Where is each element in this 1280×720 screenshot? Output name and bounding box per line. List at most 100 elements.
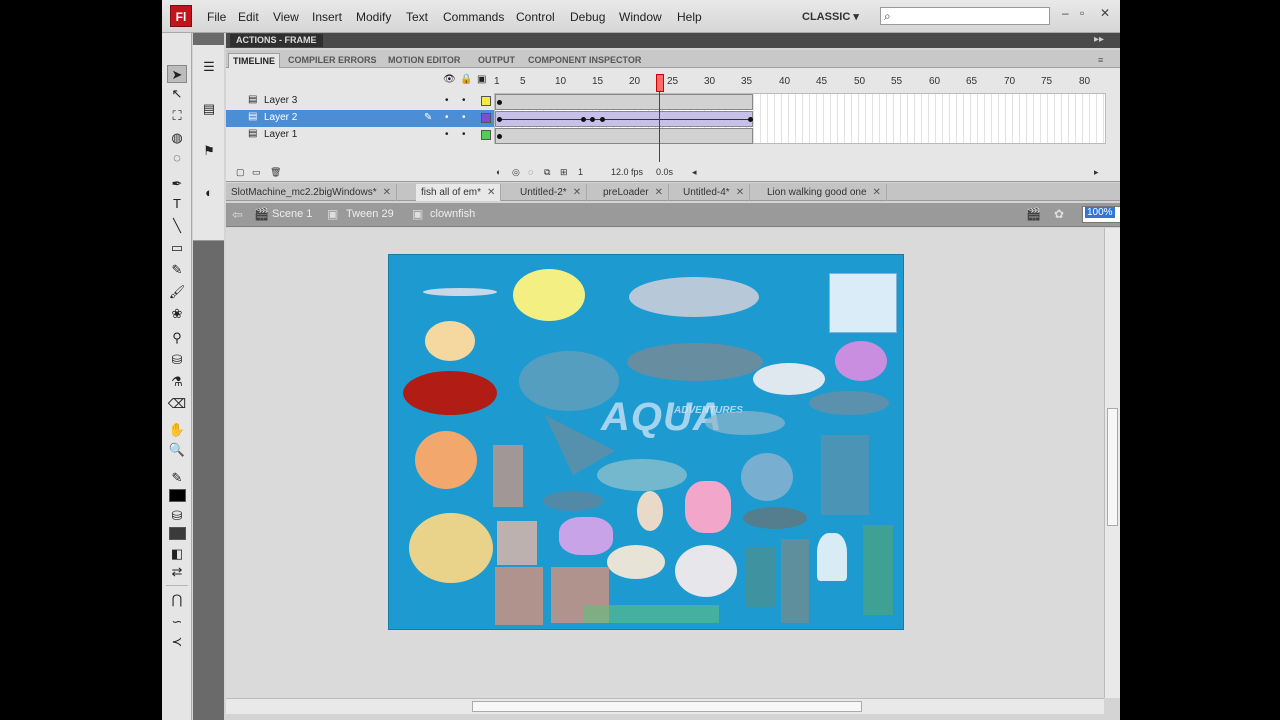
angelfish-gray[interactable]	[741, 453, 793, 501]
smooth-icon[interactable]: ∽	[167, 613, 187, 631]
visibility-dot[interactable]: •	[445, 112, 449, 123]
lasso-tool-icon[interactable]: ◌	[167, 149, 187, 167]
library-panel-icon[interactable]: ▤	[199, 101, 219, 119]
fill-color-swatch[interactable]	[169, 527, 186, 540]
kelp[interactable]	[781, 539, 809, 623]
close-tab-icon[interactable]: ✕	[573, 187, 581, 198]
minimize-icon[interactable]: –	[1062, 6, 1069, 20]
line-tool-icon[interactable]: ╲	[167, 217, 187, 235]
3d-rotation-tool-icon[interactable]: ◍	[167, 129, 187, 147]
sea-grass[interactable]	[863, 525, 893, 615]
menu-help[interactable]: Help	[677, 10, 702, 24]
timeline-scroll-left-icon[interactable]: ◂	[692, 167, 697, 178]
fish-silhouette[interactable]	[743, 507, 807, 529]
seaweed[interactable]	[745, 547, 775, 607]
onion-outline-icon[interactable]: ◌	[528, 167, 533, 177]
snap-magnet-icon[interactable]: ⋂	[167, 591, 187, 609]
menu-debug[interactable]: Debug	[570, 10, 605, 24]
keyframe[interactable]	[600, 117, 605, 122]
layer-name[interactable]: Layer 3	[264, 95, 297, 106]
lock-dot[interactable]: •	[462, 129, 466, 140]
brush-tool-icon[interactable]: 🖌	[167, 283, 187, 301]
menu-file[interactable]: File	[207, 10, 226, 24]
angelfish-purple[interactable]	[835, 341, 887, 381]
emperor-angelfish[interactable]	[415, 431, 477, 489]
timeline-scroll-right-icon[interactable]: ▸	[1094, 167, 1099, 178]
reference-thumbnail[interactable]	[829, 273, 897, 333]
doc-tab[interactable]: Untitled-4* ✕	[678, 184, 751, 201]
playhead[interactable]	[656, 74, 664, 162]
menu-window[interactable]: Window	[619, 10, 662, 24]
edit-symbol-icon[interactable]: ✿	[1054, 207, 1064, 221]
doc-tab[interactable]: SlotMachine_mc2.2bigWindows* ✕	[226, 184, 398, 201]
menu-edit[interactable]: Edit	[238, 10, 259, 24]
close-icon[interactable]: ✕	[1100, 6, 1110, 20]
jellyfish[interactable]	[817, 533, 847, 581]
shark[interactable]	[629, 277, 759, 317]
bone-tool-icon[interactable]: ⚲	[167, 329, 187, 347]
center-frame-icon[interactable]: ◐	[496, 167, 501, 177]
keyframe[interactable]	[497, 100, 502, 105]
mermaid-swim[interactable]	[705, 411, 785, 435]
coral-branch[interactable]	[493, 445, 523, 507]
menu-text[interactable]: Text	[406, 10, 428, 24]
layer-outline-color[interactable]	[481, 113, 491, 123]
round-coral[interactable]	[675, 545, 737, 597]
keyframe[interactable]	[748, 117, 753, 122]
menu-modify[interactable]: Modify	[356, 10, 391, 24]
red-coral[interactable]	[495, 567, 543, 625]
yellow-tang-fish[interactable]	[513, 269, 585, 321]
new-folder-icon[interactable]: ▭	[252, 167, 261, 178]
outline-all-icon[interactable]: ▣	[477, 74, 486, 85]
lock-dot[interactable]: •	[462, 112, 466, 123]
close-tab-icon[interactable]: ✕	[383, 187, 391, 198]
actions-panel-title[interactable]: ACTIONS - FRAME	[230, 34, 323, 47]
sea-grass-bed[interactable]	[583, 605, 719, 623]
help-search-input[interactable]	[880, 7, 1050, 25]
coral-purple[interactable]	[559, 517, 613, 555]
clownfish[interactable]	[403, 371, 497, 415]
black-white-icon[interactable]: ◧	[167, 545, 187, 563]
queen-angelfish[interactable]	[409, 513, 493, 583]
tab-compiler-errors[interactable]: COMPILER ERRORS	[284, 53, 381, 68]
keyframe[interactable]	[497, 134, 502, 139]
show-hide-all-icon[interactable]: 👁	[443, 74, 456, 85]
edit-multiple-frames-icon[interactable]: ⧉	[544, 167, 550, 178]
keyframe[interactable]	[581, 117, 586, 122]
pen-tool-icon[interactable]: ✒	[167, 175, 187, 193]
horizontal-scrollbar[interactable]	[226, 698, 1104, 714]
coral-cluster[interactable]	[497, 521, 537, 565]
doc-tab[interactable]: preLoader ✕	[598, 184, 669, 201]
tab-motion-editor[interactable]: MOTION EDITOR	[384, 53, 464, 68]
breadcrumb-clownfish[interactable]: clownfish	[430, 208, 475, 220]
delete-layer-icon[interactable]: 🗑	[270, 167, 281, 178]
collapse-icon[interactable]: ▸▸	[1094, 34, 1104, 45]
timeline-frames[interactable]	[494, 93, 1106, 144]
diver[interactable]	[753, 363, 825, 395]
rectangle-tool-icon[interactable]: ▭	[167, 239, 187, 257]
maximize-icon[interactable]: ▫	[1080, 6, 1084, 20]
frame-span-layer-1[interactable]	[495, 128, 753, 144]
layer-row-2[interactable]: ▤ Layer 2 ✎ • •	[226, 110, 494, 127]
selection-tool-icon[interactable]: ➤	[167, 65, 187, 83]
dolphin[interactable]	[809, 391, 889, 415]
layer-outline-color[interactable]	[481, 96, 491, 106]
visibility-dot[interactable]: •	[445, 129, 449, 140]
edit-scene-icon[interactable]: 🎬	[1026, 207, 1041, 221]
menu-view[interactable]: View	[273, 10, 299, 24]
close-tab-icon[interactable]: ✕	[873, 187, 881, 198]
timeline-ruler[interactable]: 1 5 10 15 20 25 30 35 40 45 50 55 60 65 …	[494, 72, 1106, 92]
zoom-tool-icon[interactable]: 🔍	[167, 441, 187, 459]
frame-rate[interactable]: 12.0 fps	[611, 167, 643, 177]
jellyfish-small[interactable]	[637, 491, 663, 531]
tab-output[interactable]: OUTPUT	[474, 53, 519, 68]
menu-control[interactable]: Control	[516, 10, 555, 24]
fill-color-icon[interactable]: ⛁	[167, 507, 187, 525]
motion-presets-icon[interactable]: ⚑	[199, 143, 219, 161]
eyedropper-tool-icon[interactable]: ⚗	[167, 373, 187, 391]
horizontal-scroll-thumb[interactable]	[472, 701, 862, 712]
close-tab-icon[interactable]: ✕	[655, 187, 663, 198]
butterfly-fish[interactable]	[425, 321, 475, 361]
close-tab-icon[interactable]: ✕	[487, 187, 495, 198]
subselection-tool-icon[interactable]: ↖	[167, 85, 187, 103]
